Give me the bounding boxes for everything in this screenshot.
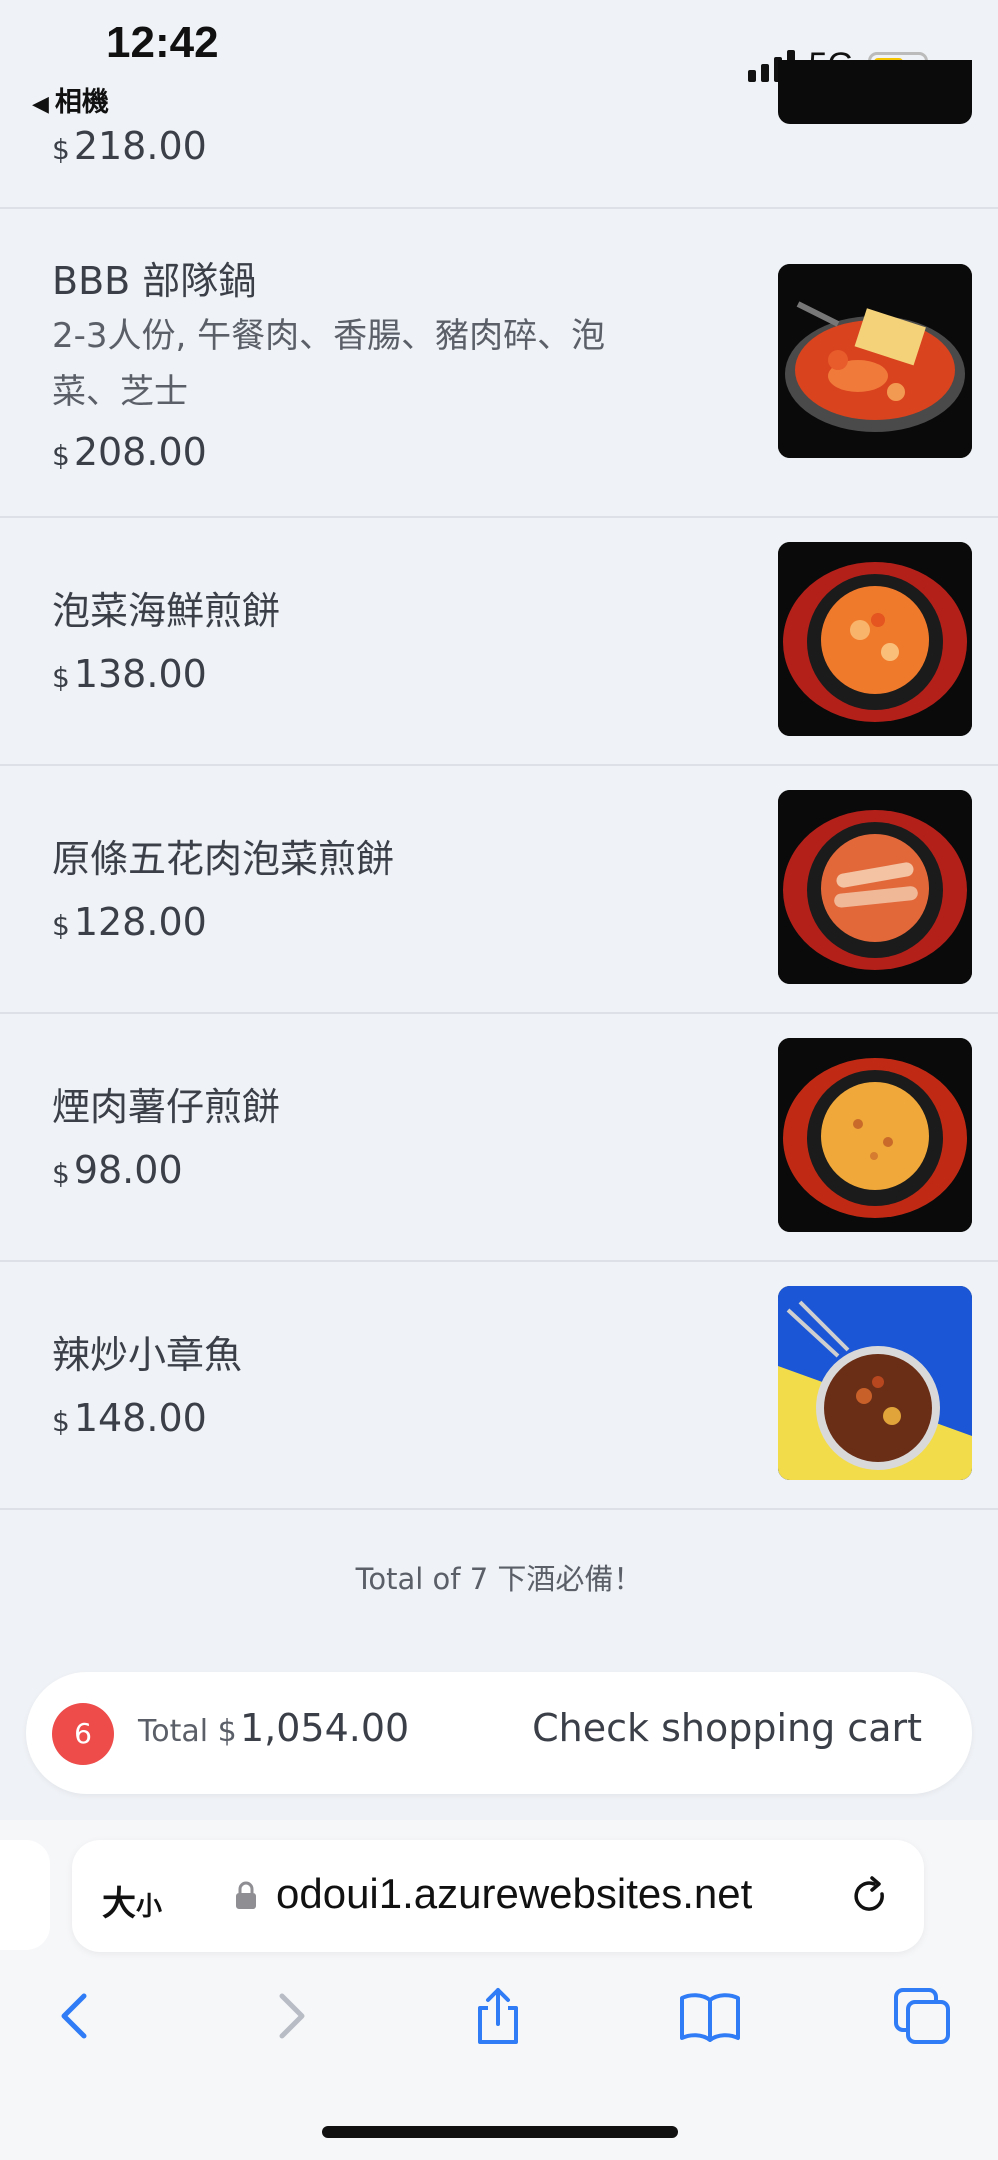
kimchi-seafood-pancake-image[interactable] [778,542,972,736]
lock-icon [236,1881,256,1909]
address-bar[interactable]: 大小 odoui1.azurewebsites.net [72,1840,924,1952]
back-app-label: 相機 [54,87,109,118]
pork-belly-kimchi-pancake-image[interactable] [778,790,972,984]
item-price: $98.00 [52,1148,183,1192]
bacon-potato-pancake-image[interactable] [778,1038,972,1232]
back-arrow-icon[interactable] [44,1984,108,2048]
cart-bar[interactable]: 6 Total $ 1,054.00 Check shopping cart [26,1672,972,1794]
cart-count-badge: 6 [52,1703,114,1765]
item-price: $218.00 [52,124,207,168]
status-time: 12:42 [106,18,219,67]
reload-icon[interactable] [846,1872,894,1920]
menu-item[interactable]: 泡菜海鮮煎餅 $138.00 [0,518,998,764]
menu-item[interactable]: BBB 部隊鍋 2-3人份, 午餐肉、香腸、豬肉碎、泡菜、芝士 $208.00 [0,208,998,516]
food-image-partial[interactable] [778,60,972,124]
text-size-button[interactable]: 大小 [102,1876,162,1925]
item-price: $148.00 [52,1396,207,1440]
item-name: BBB 部隊鍋 [52,259,257,303]
item-name: 辣炒小章魚 [52,1333,243,1377]
list-total-text: Total of 7 下酒必備！ [355,1562,643,1596]
home-indicator [322,2126,678,2138]
army-stew-image[interactable] [778,264,972,458]
item-description: 2-3人份, 午餐肉、香腸、豬肉碎、泡菜、芝士 [52,316,606,412]
spicy-octopus-image[interactable] [778,1286,972,1480]
back-triangle-icon: ◀ [32,92,49,117]
item-price: $138.00 [52,652,207,696]
cart-total-value: 1,054.00 [240,1706,410,1750]
forward-arrow-icon[interactable] [258,1984,322,2048]
url-text[interactable]: odoui1.azurewebsites.net [276,1870,752,1918]
item-name: 原條五花肉泡菜煎餅 [52,837,395,881]
previous-tab-peek[interactable] [0,1840,50,1950]
item-price: $128.00 [52,900,207,944]
bookmarks-icon[interactable] [678,1984,742,2048]
back-to-app-link[interactable]: ◀ 相機 [32,80,109,119]
item-price: $208.00 [52,430,207,474]
menu-item[interactable]: 原條五花肉泡菜煎餅 $128.00 [0,766,998,1012]
item-name: 泡菜海鮮煎餅 [52,589,281,633]
share-icon[interactable] [466,1984,530,2048]
check-shopping-cart-button[interactable]: Check shopping cart [532,1706,922,1750]
menu-item[interactable]: 辣炒小章魚 $148.00 [0,1262,998,1508]
item-name: 煙肉薯仔煎餅 [52,1085,281,1129]
cart-total-label: Total $ [138,1714,237,1749]
menu-item[interactable]: 煙肉薯仔煎餅 $98.00 [0,1014,998,1260]
tabs-icon[interactable] [890,1984,954,2048]
divider [0,1508,998,1510]
